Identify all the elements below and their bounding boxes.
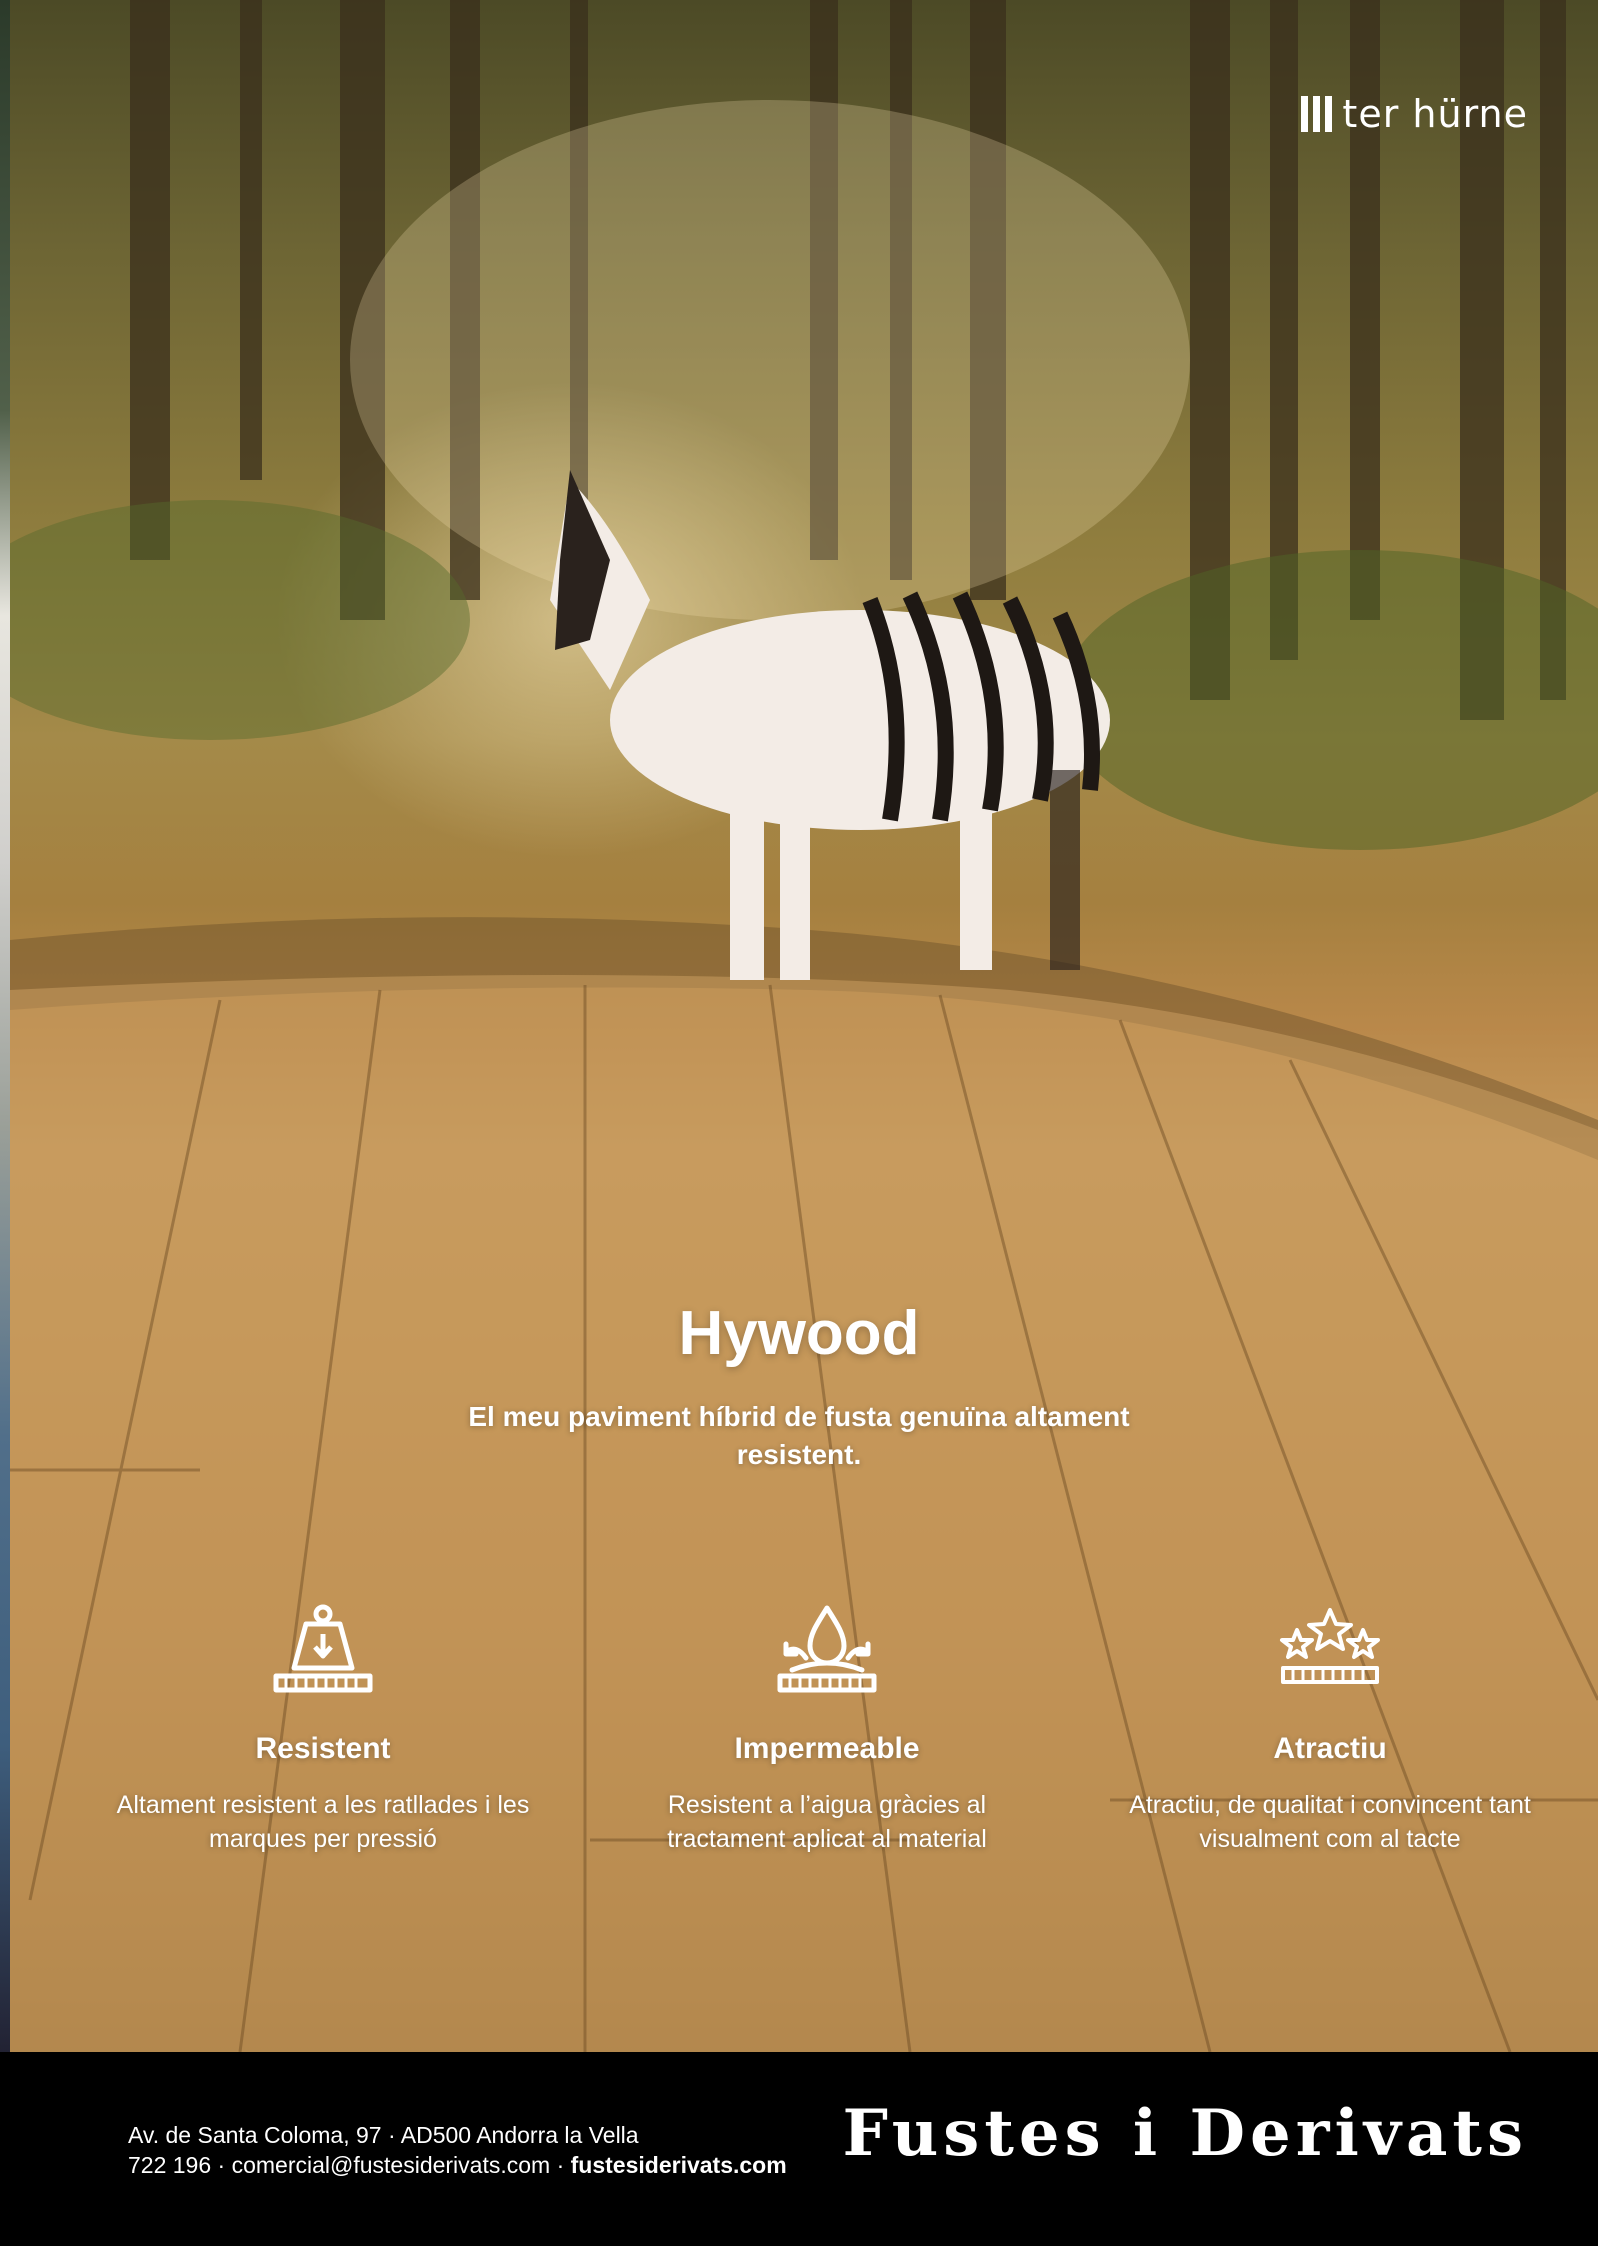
feature-resistent: Resistent Altament resistent a les ratll… [113, 1600, 533, 1856]
brand-bars-icon [1301, 96, 1333, 132]
feature-text: Altament resistent a les ratllades i les… [116, 1791, 530, 1853]
feature-text: Resistent a l’aigua gràcies al tractamen… [667, 1791, 987, 1853]
feature-atractiu: Atractiu Atractiu, de qualitat i convinc… [1120, 1600, 1540, 1856]
product-subtitle: El meu paviment híbrid de fusta genuïna … [468, 1401, 1130, 1470]
stars-icon [1280, 1608, 1380, 1684]
feature-title: Resistent [255, 1732, 391, 1765]
footer-bar: Av. de Santa Coloma, 97 · AD500 Andorra … [10, 2052, 1598, 2246]
water-drop-icon [777, 1605, 877, 1693]
feature-title: Impermeable [734, 1732, 920, 1765]
feature-impermeable: Impermeable Resistent a l’aigua gràcies … [617, 1600, 1037, 1856]
weight-scale-icon [273, 1604, 373, 1693]
feature-text: Atractiu, de qualitat i convincent tant … [1129, 1791, 1531, 1853]
address-line: Av. de Santa Coloma, 97 · AD500 Andorra … [128, 2122, 639, 2148]
contact-line: 722 196 · comercial@fustesiderivats.com … [128, 2150, 787, 2180]
phone-email: 722 196 · comercial@fustesiderivats.com … [128, 2152, 571, 2178]
brand-logo-text: ter hürne [1342, 92, 1528, 136]
website-link[interactable]: fustesiderivats.com [571, 2152, 787, 2178]
left-edge-strip [0, 0, 10, 2052]
flyer-page: ter hürne Hywood El meu paviment híbrid … [0, 0, 1598, 2246]
product-title: Hywood [678, 1299, 920, 1368]
feature-title: Atractiu [1273, 1732, 1387, 1765]
contact-block: Av. de Santa Coloma, 97 · AD500 Andorra … [128, 2120, 787, 2180]
company-logo: Fustes i Derivats [842, 2096, 1528, 2171]
ter-hurne-logo: ter hürne [1301, 92, 1528, 136]
